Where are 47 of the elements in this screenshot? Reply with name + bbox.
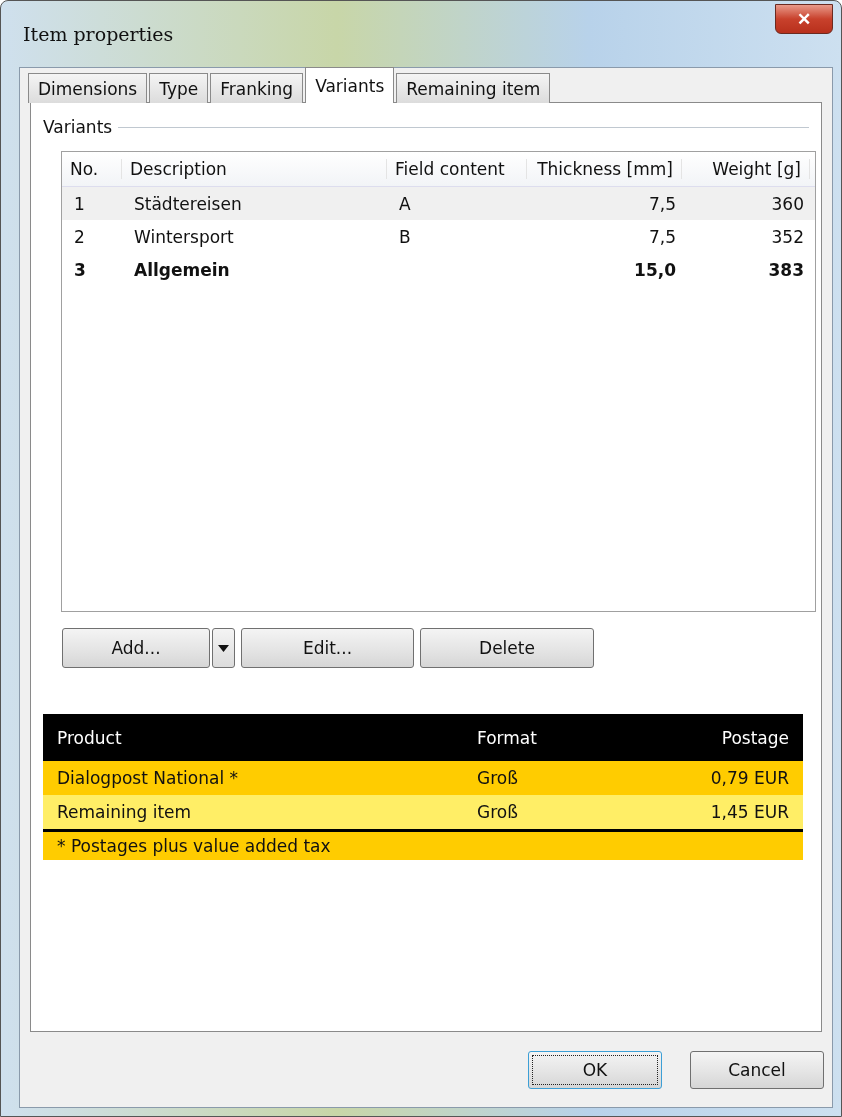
column-header[interactable]: Weight [g] (682, 159, 810, 179)
postage-cell-text: Remaining item (56, 802, 193, 822)
list-cell-text: B (398, 226, 412, 247)
footnote: * Postages plus value added tax (43, 829, 803, 860)
postage-cell-text: Groß (476, 802, 519, 822)
postage-cell-text: 1,45 EUR (709, 802, 790, 822)
list-cell-text: 1 (73, 193, 86, 214)
list-cell-text: Allgemein (133, 259, 231, 280)
list-cell-text: A (398, 193, 412, 214)
column-header[interactable]: Description (122, 159, 387, 179)
list-cell-text: 383 (767, 259, 805, 280)
tab[interactable]: Variants (305, 67, 395, 103)
window-title: Item properties (22, 23, 174, 45)
column-header[interactable]: Field content (387, 159, 527, 179)
postage-cell-text: Groß (476, 768, 519, 788)
dialog-button[interactable]: OK (528, 1050, 662, 1089)
list-cell-text: 7,5 (647, 226, 677, 247)
tab[interactable]: Dimensions (28, 73, 148, 103)
action-button[interactable]: Edit... (241, 628, 414, 668)
column-header: Format (476, 727, 538, 748)
column-header[interactable]: Thickness [mm] (527, 159, 682, 179)
list-row[interactable]: 1 Städtereisen A 7,5 360 (62, 187, 815, 220)
dialog-button[interactable]: Cancel (690, 1050, 824, 1089)
tab[interactable]: Type (149, 73, 209, 103)
close-button[interactable]: ✕ (775, 4, 833, 34)
tab[interactable]: Franking (210, 73, 304, 103)
group-title: Variants (43, 117, 113, 137)
column-header[interactable]: No. (62, 159, 122, 179)
list-cell-text: 15,0 (633, 259, 677, 280)
column-header: Postage (720, 727, 790, 748)
caret-icon (218, 644, 229, 652)
list-cell-text: 360 (770, 193, 805, 214)
list-cell-text: 2 (73, 226, 86, 247)
list-cell-text: Städtereisen (133, 193, 243, 214)
list-cell-text: 352 (770, 226, 805, 247)
tab[interactable]: Remaining item (396, 73, 551, 103)
postage-cell-text: 0,79 EUR (709, 768, 790, 788)
postage-cell-text: Dialogpost National * (56, 768, 239, 788)
action-button[interactable]: Delete (420, 628, 594, 668)
list-cell-text: 7,5 (647, 193, 677, 214)
column-header: Product (56, 727, 123, 748)
action-button[interactable]: Add... (62, 628, 210, 668)
list-cell-text: 3 (73, 259, 87, 280)
list-cell-text: Wintersport (133, 226, 235, 247)
list-row[interactable]: 3 Allgemein 15,0 383 (62, 253, 815, 286)
dropdown-button[interactable] (212, 628, 235, 668)
list-row[interactable]: 2 Wintersport B 7,5 352 (62, 220, 815, 253)
